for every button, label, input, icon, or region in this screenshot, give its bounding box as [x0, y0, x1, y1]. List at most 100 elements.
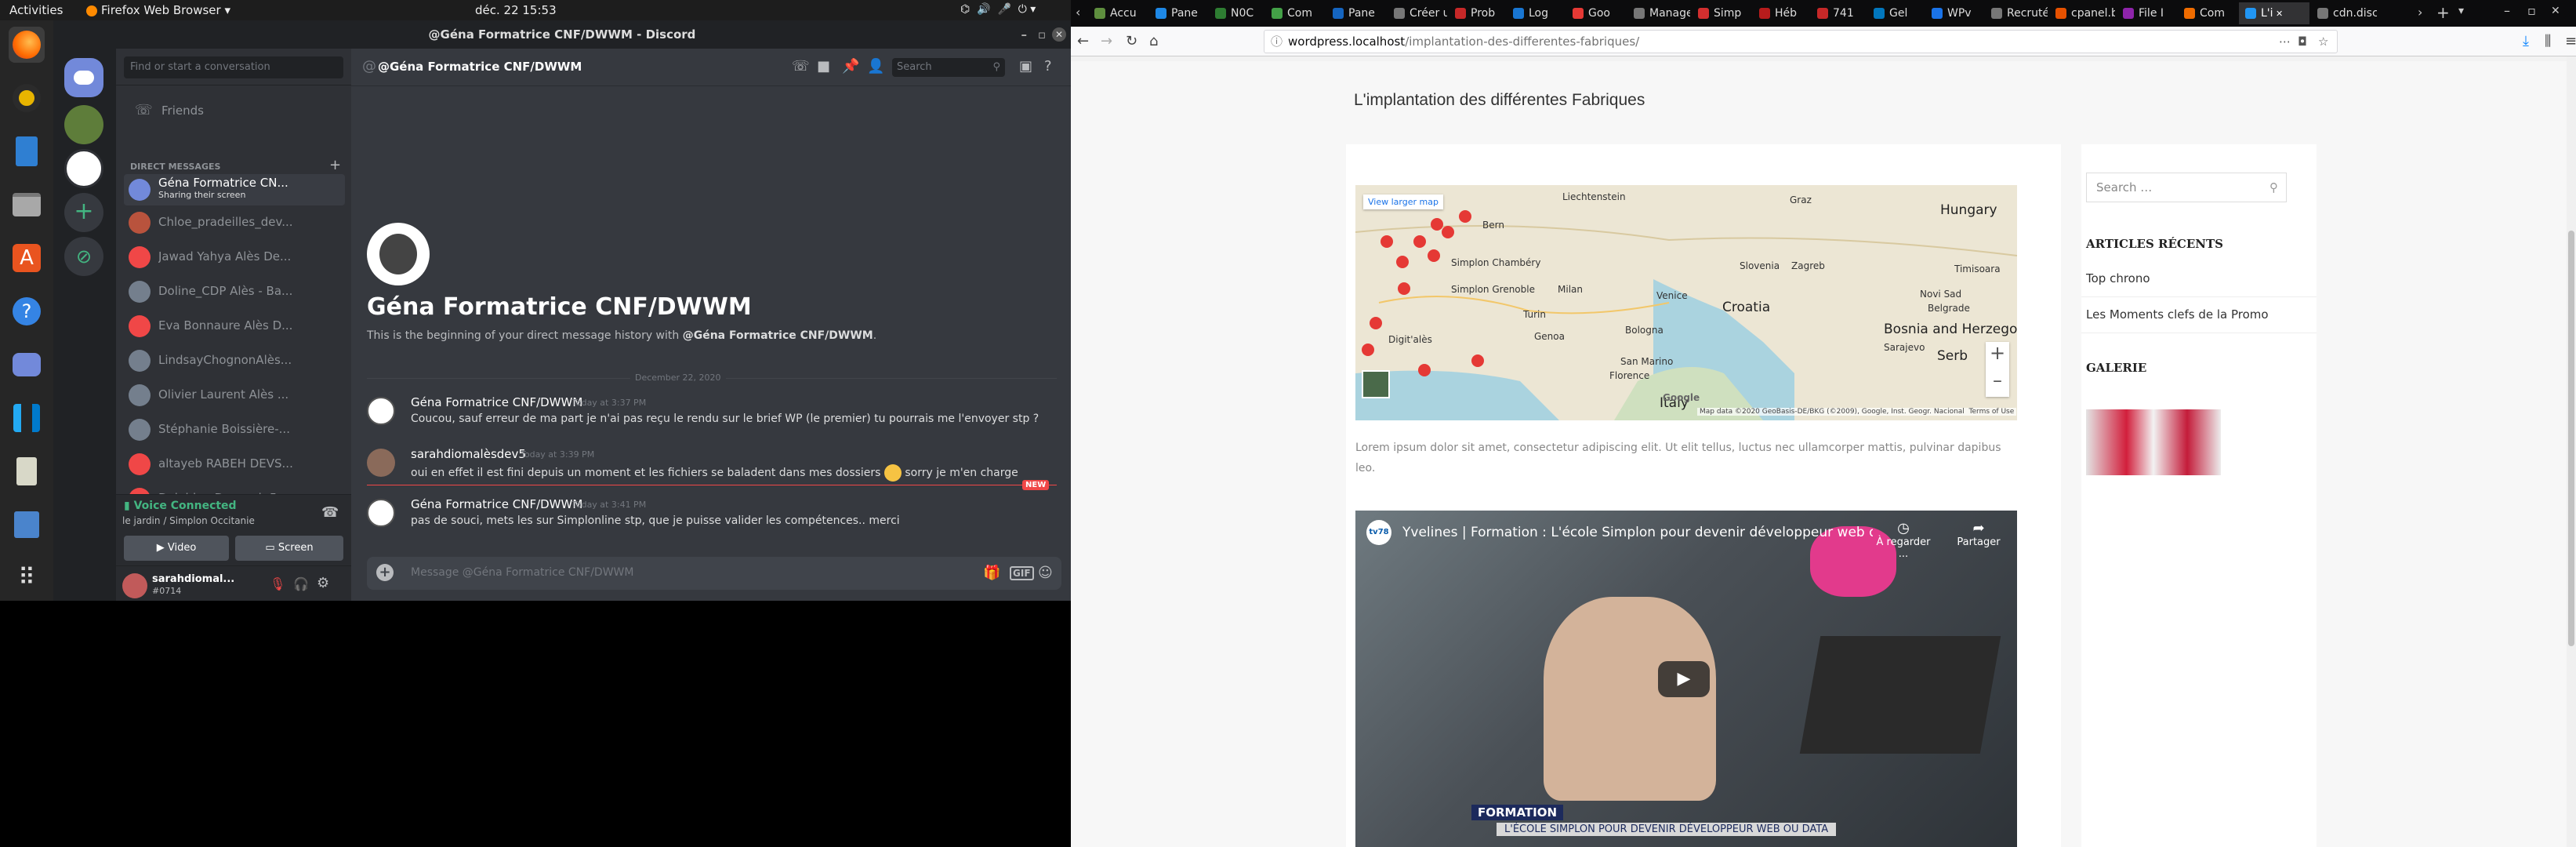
- gallery-image[interactable]: [2086, 409, 2221, 475]
- voice-call-icon[interactable]: ☏: [792, 58, 810, 75]
- tab-list-chevron-down-icon[interactable]: ▾: [2458, 5, 2464, 17]
- page-actions-icon[interactable]: ⋯: [2279, 31, 2291, 53]
- tabs-scroll-left-icon[interactable]: ‹: [1076, 5, 1080, 20]
- help-dock-icon[interactable]: ?: [9, 293, 45, 329]
- menu-hamburger-icon[interactable]: ≡: [2565, 33, 2576, 49]
- map-marker[interactable]: [1398, 282, 1410, 295]
- discord-dock-icon[interactable]: [9, 347, 45, 383]
- browser-tab[interactable]: 741: [1811, 2, 1866, 24]
- text-editor-dock-icon[interactable]: [9, 507, 45, 543]
- emoji-picker-icon[interactable]: ☺: [1038, 565, 1053, 581]
- minimize-icon[interactable]: –: [2504, 3, 2510, 18]
- pocket-icon[interactable]: ◘: [2298, 31, 2307, 53]
- pin-icon[interactable]: 📌: [842, 58, 859, 75]
- maximize-icon[interactable]: ▫: [2527, 3, 2536, 18]
- video-button[interactable]: ▶ Video: [124, 536, 229, 561]
- satellite-toggle[interactable]: [1362, 370, 1390, 398]
- gif-icon[interactable]: GIF: [1010, 566, 1034, 580]
- search-input[interactable]: Search ⚲: [892, 58, 1005, 77]
- browser-tab[interactable]: Log: [1507, 2, 1565, 24]
- watch-later-button[interactable]: ◷ À regarder ...: [1876, 520, 1931, 560]
- headphones-icon[interactable]: 🎧: [293, 576, 309, 591]
- sidebar-search-input[interactable]: Search … ⚲: [2086, 173, 2287, 202]
- google-map[interactable]: Liechtenstein Bern Hungary Graz Slovenia Zagr…: [1355, 185, 2017, 420]
- bookmark-star-icon[interactable]: ☆: [2318, 31, 2328, 53]
- browser-tab[interactable]: Com: [2178, 2, 2237, 24]
- screen-share-button[interactable]: ▭ Screen: [235, 536, 343, 561]
- map-marker[interactable]: [1362, 344, 1374, 356]
- dm-list-item[interactable]: Géna Formatrice CN... Sharing their scree…: [124, 174, 345, 205]
- browser-tab[interactable]: cpanel.b: [2049, 2, 2115, 24]
- browser-tab[interactable]: Simp: [1692, 2, 1751, 24]
- map-marker[interactable]: [1459, 210, 1471, 223]
- page-scrollbar[interactable]: [2567, 56, 2576, 847]
- browser-tab[interactable]: Goo: [1566, 2, 1626, 24]
- explore-servers-icon[interactable]: ⊘: [64, 237, 103, 276]
- disconnect-icon[interactable]: ☎: [321, 504, 339, 521]
- browser-tab[interactable]: N0C: [1209, 2, 1264, 24]
- system-tray-icons[interactable]: ⌬ 🔊 🎤 ⏻ ▾: [960, 3, 1036, 16]
- map-marker[interactable]: [1431, 218, 1443, 231]
- find-conversation-input[interactable]: Find or start a conversation: [124, 56, 343, 78]
- browser-tab[interactable]: Prob: [1449, 2, 1505, 24]
- close-tab-icon[interactable]: ✕: [2273, 9, 2283, 19]
- files-dock-icon[interactable]: [9, 187, 45, 223]
- close-icon[interactable]: ✕: [1052, 27, 1066, 42]
- user-avatar[interactable]: [122, 573, 147, 598]
- browser-tab[interactable]: WPv: [1925, 2, 1983, 24]
- software-dock-icon[interactable]: A: [9, 240, 45, 276]
- writer-dock-icon[interactable]: [9, 133, 45, 169]
- usb-dock-icon[interactable]: [9, 453, 45, 489]
- add-friend-icon[interactable]: 👤: [867, 58, 884, 75]
- friends-link[interactable]: ☏ Friends: [124, 96, 345, 127]
- back-icon[interactable]: ←: [1077, 33, 1089, 49]
- message-avatar[interactable]: [367, 449, 395, 477]
- dm-list-item[interactable]: Chloe_pradeilles_dev...: [124, 207, 345, 238]
- browser-tab[interactable]: L'i ✕: [2239, 2, 2309, 24]
- reload-icon[interactable]: ↻: [1126, 33, 1137, 49]
- site-info-icon[interactable]: ⓘ: [1271, 31, 1283, 53]
- dm-list-item[interactable]: Doline_CDP Alès - Ba...: [124, 276, 345, 307]
- message-author[interactable]: Géna Formatrice CNF/DWWM: [411, 497, 582, 511]
- activities-button[interactable]: Activities: [9, 3, 63, 17]
- browser-tab[interactable]: Com: [1265, 2, 1325, 24]
- help-icon[interactable]: ?: [1044, 58, 1052, 75]
- upload-plus-icon[interactable]: +: [376, 564, 394, 581]
- browser-tab[interactable]: Créer un: [1388, 2, 1447, 24]
- dm-list-item[interactable]: Jawad Yahya Alès De...: [124, 242, 345, 273]
- map-marker[interactable]: [1418, 364, 1431, 376]
- gift-icon[interactable]: 🎁: [983, 565, 1000, 581]
- message-avatar[interactable]: [367, 499, 395, 527]
- map-marker[interactable]: [1428, 249, 1440, 262]
- new-tab-icon[interactable]: +: [2436, 3, 2450, 22]
- view-larger-map-link[interactable]: View larger map: [1363, 194, 1443, 209]
- recent-article-link[interactable]: Les Moments clefs de la Promo: [2086, 307, 2269, 322]
- dm-list-item[interactable]: LindsayChognonAlès...: [124, 345, 345, 376]
- browser-tab[interactable]: File I: [2117, 2, 2176, 24]
- close-icon[interactable]: ✕: [2551, 5, 2560, 17]
- server-icon-1[interactable]: [64, 105, 103, 144]
- message-author[interactable]: sarahdiomalèsdev5: [411, 447, 526, 461]
- tabs-scroll-right-icon[interactable]: ›: [2418, 5, 2422, 20]
- browser-tab[interactable]: Pane: [1326, 2, 1386, 24]
- map-marker[interactable]: [1381, 235, 1393, 248]
- share-button[interactable]: ➦ Partager: [1951, 520, 2006, 548]
- dm-list-item[interactable]: Olivier Laurent Alès ...: [124, 380, 345, 411]
- inbox-icon[interactable]: ▣: [1019, 58, 1032, 75]
- video-title[interactable]: Yvelines | Formation : L'école Simplon p…: [1402, 525, 1873, 540]
- maximize-icon[interactable]: ▫: [1038, 20, 1046, 49]
- browser-tab[interactable]: Accu: [1088, 2, 1148, 24]
- library-icon[interactable]: ⫼: [2545, 33, 2551, 49]
- map-marker[interactable]: [1471, 354, 1484, 367]
- home-icon[interactable]: ⌂: [1149, 33, 1158, 49]
- forward-icon[interactable]: →: [1101, 33, 1112, 49]
- voice-channel[interactable]: le jardin / Simplon Occitanie: [122, 515, 255, 526]
- browser-tab[interactable]: Gel: [1867, 2, 1924, 24]
- browser-tab[interactable]: Recruté: [1985, 2, 2048, 24]
- map-marker[interactable]: [1396, 256, 1409, 268]
- dm-list-item[interactable]: Stéphanie Boissière-...: [124, 414, 345, 445]
- search-icon[interactable]: ⚲: [2269, 173, 2278, 202]
- settings-gear-icon[interactable]: ⚙: [317, 575, 329, 591]
- clock[interactable]: déc. 22 15:53: [475, 3, 557, 17]
- create-dm-icon[interactable]: +: [329, 157, 341, 173]
